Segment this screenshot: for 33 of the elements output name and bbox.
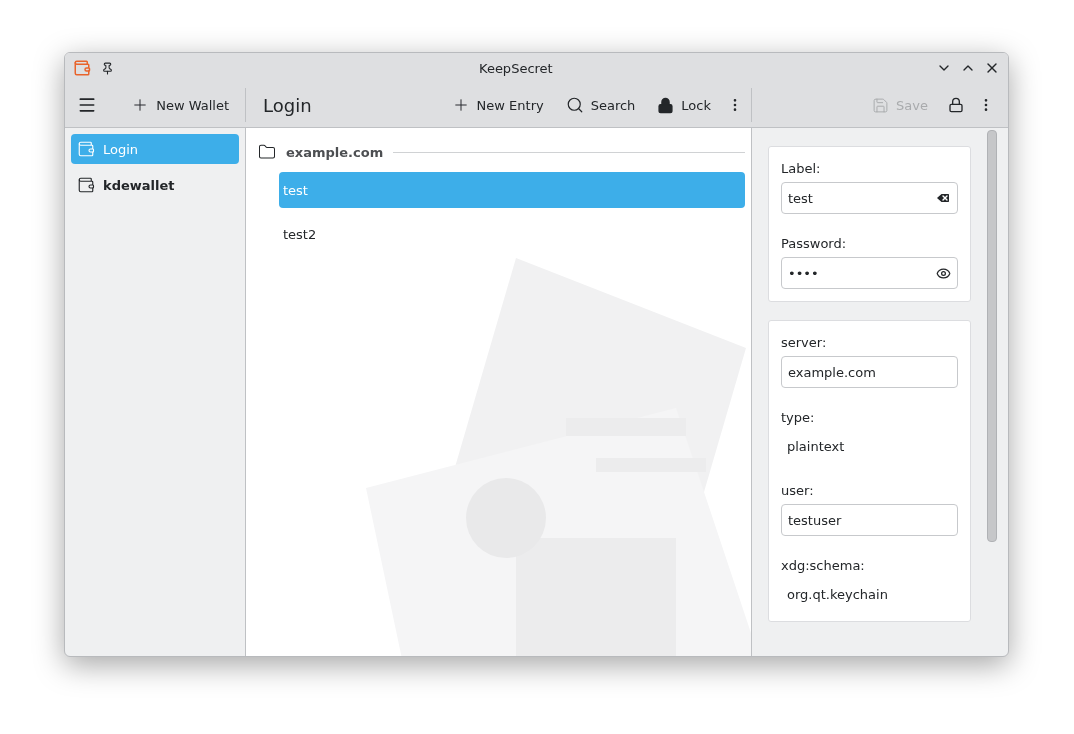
entry-item[interactable]: test2 [279,216,745,252]
lock-icon[interactable] [948,97,964,113]
field-label: type: [781,410,816,425]
field-label: server: [781,335,828,350]
input-field[interactable]: •••• [781,257,958,289]
field-label: user: [781,483,815,498]
page-title: Login [263,94,312,116]
field-value: org.qt.keychain [786,585,889,604]
scrollbar[interactable] [987,130,997,542]
field-label: Label: [781,161,822,176]
input-field[interactable]: example.com [781,356,958,388]
toolbar-button[interactable]: New Entry [445,92,550,118]
floppy-icon [872,96,890,114]
field-value: plaintext [786,437,846,456]
sidebar-item[interactable]: kdewallet [71,170,239,200]
window-title: KeepSecret [479,60,553,76]
toolbar-button[interactable]: Search [559,92,642,118]
new-wallet-button[interactable]: New Wallet [125,92,235,118]
field-label: Password: [781,236,848,251]
folder-icon [258,143,276,161]
app-icon [73,59,91,77]
folder-name: example.com [286,144,384,160]
search-icon [565,96,584,114]
field-label: xdg:schema: [781,558,866,573]
pin-icon[interactable] [101,61,114,75]
menu-icon[interactable] [77,95,97,115]
toolbar-button[interactable]: Lock [651,92,717,118]
input-field[interactable]: test [781,182,958,214]
wallet-icon [77,176,95,194]
wallet-icon [77,140,95,158]
lock-icon [657,96,675,114]
input-field[interactable]: testuser [781,504,958,536]
eye-icon[interactable] [936,265,951,281]
